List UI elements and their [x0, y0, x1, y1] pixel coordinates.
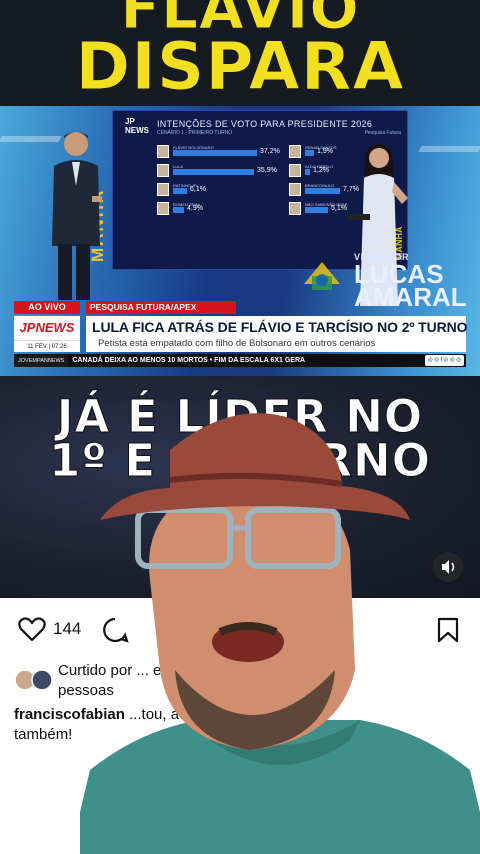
watermark: VEREADOR LUCAS AMARAL — [354, 252, 474, 310]
candidate-percent: 5,1% — [331, 205, 347, 212]
candidate-percent: 6,1% — [190, 186, 206, 193]
video-headline-banner: FLÁVIO DISPARA — [0, 0, 480, 106]
panel-title: INTENÇÕES DE VOTO PARA PRESIDENTE 2026 — [157, 119, 373, 129]
candidate-row: NÃO SABE/NÃO RESP. 5,1% — [289, 202, 349, 216]
candidate-row: FLÁVIO BOLSONARO 37,2% — [157, 145, 280, 159]
party-logo — [304, 262, 340, 290]
candidate-bar — [173, 169, 254, 175]
liker-avatars[interactable] — [14, 669, 54, 691]
candidate-photo — [157, 145, 169, 158]
candidate-bar — [173, 207, 184, 213]
channel-logo: JPNEWS — [14, 316, 80, 340]
candidate-bar — [305, 188, 340, 194]
candidate-photo — [289, 145, 301, 158]
news-subheadline: Petista está empatado com filho de Bolso… — [98, 338, 376, 349]
panel-subtitle: CENÁRIO 1 · PRIMEIRO TURNO — [157, 130, 233, 136]
ticker-text: CANADÁ DEIXA AO MENOS 10 MORTOS • FIM DA… — [72, 357, 306, 364]
candidate-bar — [305, 169, 310, 175]
candidate-bar — [173, 188, 187, 194]
candidate-bar — [173, 150, 257, 156]
candidate-bar — [305, 150, 314, 156]
male-presenter — [52, 132, 102, 300]
date-time: 11 FEV | 07:26 — [14, 340, 80, 352]
candidate-photo — [157, 183, 169, 196]
speaker-person-overlay — [80, 413, 480, 854]
candidate-row: RENAN SANTOS 1,9% — [289, 145, 349, 159]
candidate-row: BRANCO/NULO 7,7% — [289, 183, 359, 197]
headline-line-2: DISPARA — [75, 28, 405, 106]
news-ticker: JOVEMPANNEWS CANADÁ DEIXA AO MENOS 10 MOR… — [14, 354, 466, 367]
app-screen: FLÁVIO DISPARA MANHÃ JP NEWS INTENÇÕES D… — [0, 0, 480, 854]
like-count[interactable]: 144 — [53, 619, 81, 639]
panel-logo: JP NEWS — [125, 117, 149, 135]
candidate-percent: 37,2% — [260, 148, 280, 155]
candidate-bar — [305, 207, 328, 213]
live-badge: AO VIVO — [14, 301, 80, 314]
heart-icon[interactable] — [18, 616, 46, 642]
caption-line-2: também! — [14, 726, 73, 743]
studio-light — [418, 146, 480, 152]
candidate-photo — [157, 202, 169, 215]
candidate-photo — [289, 202, 301, 215]
candidate-row: ALDO REBELO 1,2% — [289, 164, 349, 178]
candidate-row: ROMEU ZEMA 4,9% — [157, 202, 277, 216]
candidate-percent: 35,9% — [257, 167, 277, 174]
candidate-percent: 1,2% — [313, 167, 329, 174]
candidate-photo — [289, 164, 301, 177]
candidate-row: RATINHO JR 6,1% — [157, 183, 277, 197]
candidate-percent: 4,9% — [187, 205, 203, 212]
news-headline: LULA FICA ATRÁS DE FLÁVIO E TARCÍSIO NO … — [92, 319, 468, 335]
lower-third: AO VIVO PESQUISA FUTURA/APEX JPNEWS 11 F… — [14, 301, 468, 373]
poll-tag: PESQUISA FUTURA/APEX — [86, 301, 236, 314]
candidate-photo — [289, 183, 301, 196]
social-icons: ◎ ◎ f ◎ ◎ ◎ — [424, 355, 464, 366]
headline-box: LULA FICA ATRÁS DE FLÁVIO E TARCÍSIO NO … — [86, 316, 468, 352]
ticker-brand: JOVEMPANNEWS — [14, 355, 69, 367]
candidate-row: LULA 35,9% — [157, 164, 277, 178]
candidate-percent: 1,9% — [317, 148, 333, 155]
tv-news-clip[interactable]: MANHÃ JP NEWS INTENÇÕES DE VOTO PARA PRE… — [0, 106, 480, 376]
candidate-photo — [157, 164, 169, 177]
